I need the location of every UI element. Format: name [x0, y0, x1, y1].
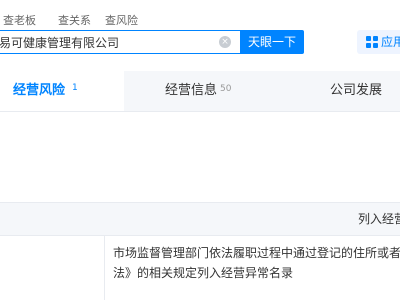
listing-reason-line: 市场监督管理部门依法履职过程中通过登记的住所或者 [113, 246, 400, 260]
listing-reason-cell: 市场监督管理部门依法履职过程中通过登记的住所或者 法》的相关规定列入经营异常名录 [113, 243, 400, 283]
listing-reason-line: 法》的相关规定列入经营异常名录 [113, 266, 294, 280]
table-row: 市场监督管理部门依法履职过程中通过登记的住所或者 法》的相关规定列入经营异常名录 [0, 236, 400, 300]
tab-label: 公司发展 [330, 83, 383, 98]
grid-icon [366, 36, 378, 48]
search-input[interactable] [0, 31, 213, 53]
column-header-listed: 列入经营 [358, 212, 400, 226]
app-button-label: 应用 [381, 35, 400, 49]
tab-bar: 经营风险 1 经营信息 50 公司发展 [0, 71, 400, 112]
tab-count: 1 [72, 83, 78, 93]
row-divider [104, 236, 105, 300]
tab-operating-risk[interactable]: 经营风险 1 [0, 71, 124, 111]
tab-count: 50 [220, 84, 232, 94]
tab-operating-info[interactable]: 经营信息 50 [165, 71, 231, 111]
tab-label: 经营信息 [165, 83, 218, 98]
search-box: × [0, 30, 240, 54]
subnav-item-boss[interactable]: 查老板 [3, 12, 36, 28]
clear-icon[interactable]: × [219, 36, 231, 48]
subnav-item-risk[interactable]: 查风险 [105, 12, 138, 28]
subnav-item-relations[interactable]: 查关系 [58, 12, 91, 28]
tab-label: 经营风险 [13, 83, 66, 98]
table-header: 列入经营 [0, 202, 400, 236]
app-button[interactable]: 应用 [357, 30, 400, 54]
tab-company-development[interactable]: 公司发展 [330, 71, 382, 111]
search-button[interactable]: 天眼一下 [240, 30, 304, 54]
